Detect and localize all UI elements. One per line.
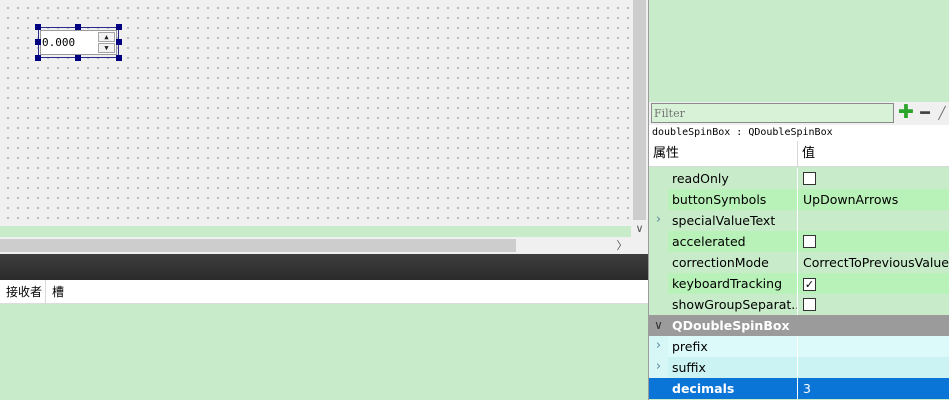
property-filter-bar: ✚ ━ ╱ <box>648 102 949 125</box>
object-class-label: doubleSpinBox : QDoubleSpinBox <box>648 125 949 141</box>
vertical-scroll-thumb[interactable] <box>633 0 646 220</box>
row-gutter <box>649 378 668 399</box>
form-designer-canvas[interactable]: 0.000 ▲ ▼ <box>0 0 631 226</box>
property-name: prefix <box>668 336 798 357</box>
resize-handle-top-right[interactable] <box>116 24 122 30</box>
scroll-right-icon[interactable]: 〉 <box>615 237 629 254</box>
property-row[interactable]: showGroupSeparat... <box>649 294 949 315</box>
resize-handle-bottom-left[interactable] <box>35 55 41 61</box>
chevron-right-icon[interactable]: › <box>649 210 668 231</box>
property-value[interactable]: UpDownArrows <box>798 189 949 210</box>
scroll-corner <box>631 237 648 254</box>
object-inspector-panel <box>648 0 949 102</box>
property-value[interactable] <box>798 168 949 189</box>
scroll-down-icon[interactable]: ∨ <box>631 221 648 237</box>
resize-handle-left[interactable] <box>35 39 41 45</box>
property-name: readOnly <box>668 168 798 189</box>
property-value[interactable]: CorrectToPreviousValue <box>798 252 949 273</box>
row-gutter <box>649 168 668 189</box>
property-group-row[interactable]: ∨ QDoubleSpinBox <box>649 315 949 336</box>
chevron-right-icon[interactable]: › <box>649 357 668 378</box>
resize-handle-bottom-right[interactable] <box>116 55 122 61</box>
property-checkbox[interactable] <box>803 298 816 311</box>
column-receiver[interactable]: 接收者 <box>0 280 46 304</box>
plus-icon[interactable]: ✚ <box>897 103 915 122</box>
property-name: correctionMode <box>668 252 798 273</box>
row-gutter <box>649 189 668 210</box>
row-gutter <box>649 231 668 252</box>
property-group-name: QDoubleSpinBox <box>672 318 790 333</box>
signal-slot-table-header: 接收者 槽 <box>0 280 648 304</box>
property-row[interactable]: › suffix <box>649 357 949 378</box>
double-spinbox-widget[interactable]: 0.000 ▲ ▼ <box>40 30 117 55</box>
property-value[interactable] <box>798 336 949 357</box>
property-row[interactable]: buttonSymbols UpDownArrows <box>649 189 949 210</box>
header-property[interactable]: 属性 <box>649 141 798 167</box>
property-filter-input[interactable] <box>651 103 894 123</box>
resize-handle-top-left[interactable] <box>35 24 41 30</box>
property-table: 属性 值 readOnly buttonSymbols UpDownArrows › s… <box>648 141 949 400</box>
vertical-scrollbar[interactable]: ∨ <box>631 0 648 237</box>
resize-handle-bottom[interactable] <box>75 55 81 61</box>
property-value[interactable] <box>798 231 949 252</box>
property-value[interactable]: ✓ <box>798 273 949 294</box>
property-table-header: 属性 值 <box>649 141 949 167</box>
property-value[interactable] <box>798 294 949 315</box>
row-gutter <box>649 294 668 315</box>
minus-icon[interactable]: ━ <box>916 104 934 122</box>
chevron-down-icon[interactable]: ∨ <box>649 315 668 336</box>
property-name: accelerated <box>668 231 798 252</box>
property-row[interactable]: keyboardTracking ✓ <box>649 273 949 294</box>
chevron-right-icon[interactable]: › <box>649 336 668 357</box>
property-name: showGroupSeparat... <box>668 294 798 315</box>
property-row[interactable]: correctionMode CorrectToPreviousValue <box>649 252 949 273</box>
selected-double-spinbox[interactable]: 0.000 ▲ ▼ <box>38 27 119 58</box>
row-gutter <box>649 273 668 294</box>
property-row[interactable]: decimals 3 <box>649 378 949 399</box>
property-name: keyboardTracking <box>668 273 798 294</box>
property-row[interactable]: › specialValueText <box>649 210 949 231</box>
spinbox-value: 0.000 <box>42 36 76 49</box>
property-value[interactable]: 3 <box>798 378 949 399</box>
property-name: decimals <box>668 378 798 399</box>
spin-down-icon[interactable]: ▼ <box>98 43 115 53</box>
property-row[interactable]: accelerated <box>649 231 949 252</box>
property-name: buttonSymbols <box>668 189 798 210</box>
property-name: specialValueText <box>668 210 798 231</box>
property-name: suffix <box>668 357 798 378</box>
header-value[interactable]: 值 <box>798 141 948 167</box>
signal-slot-toolbar <box>0 254 648 280</box>
spin-up-icon[interactable]: ▲ <box>98 32 115 42</box>
row-gutter <box>649 252 668 273</box>
property-checkbox[interactable] <box>803 235 816 248</box>
wrench-icon[interactable]: ╱ <box>935 104 949 122</box>
resize-handle-top[interactable] <box>75 24 81 30</box>
property-checkbox[interactable] <box>803 172 816 185</box>
property-value[interactable] <box>798 210 949 231</box>
canvas-margin <box>0 226 631 236</box>
checkmark-icon[interactable]: ✓ <box>803 278 816 291</box>
resize-handle-right[interactable] <box>116 39 122 45</box>
column-slot[interactable]: 槽 <box>46 280 246 304</box>
horizontal-scroll-thumb[interactable] <box>0 239 516 252</box>
property-row[interactable]: › prefix <box>649 336 949 357</box>
spinbox-buttons: ▲ ▼ <box>98 32 115 53</box>
property-row[interactable]: readOnly <box>649 168 949 189</box>
horizontal-scrollbar[interactable]: 〉 <box>0 237 631 254</box>
property-value[interactable] <box>798 357 949 378</box>
